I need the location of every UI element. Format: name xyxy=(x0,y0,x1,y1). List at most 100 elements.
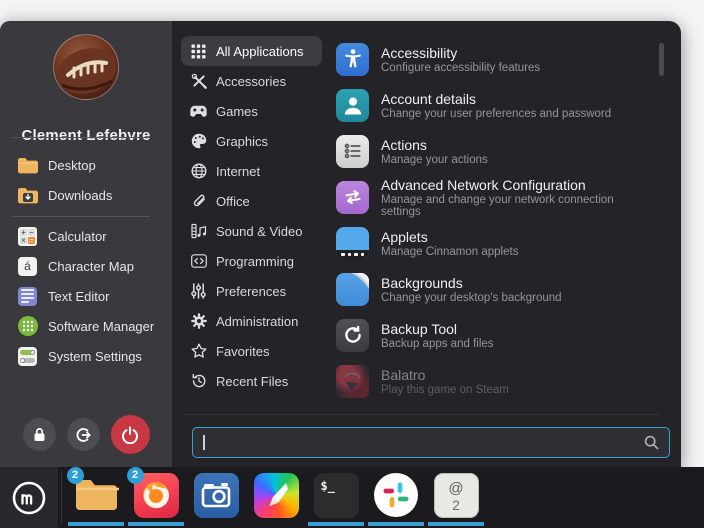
sidebar-item-label: Downloads xyxy=(48,188,112,203)
category-label: Graphics xyxy=(216,134,268,149)
sidebar-item-text-editor[interactable]: Text Editor xyxy=(0,281,172,311)
app-row-backup-tool[interactable]: Backup ToolBackup apps and files xyxy=(336,312,652,358)
app-row-accessibility[interactable]: AccessibilityConfigure accessibility fea… xyxy=(336,36,652,82)
software-manager-icon xyxy=(17,316,38,337)
places-list: Desktop Downloads xyxy=(0,150,172,210)
account-icon xyxy=(336,89,369,122)
sidebar-item-character-map[interactable]: á Character Map xyxy=(0,251,172,281)
history-icon xyxy=(190,373,207,390)
app-row-balatro[interactable]: BalatroPlay this game on Steam xyxy=(336,358,652,404)
network-icon xyxy=(336,181,369,214)
film-note-icon xyxy=(190,223,207,240)
code-icon xyxy=(190,253,207,270)
football-avatar-image xyxy=(54,35,119,100)
app-list-scrollbar[interactable] xyxy=(659,43,664,76)
power-button[interactable] xyxy=(111,415,150,454)
system-settings-icon xyxy=(17,346,38,367)
taskbar: 2 2 $_ xyxy=(0,467,704,528)
running-indicator xyxy=(368,522,424,526)
category-label: Sound & Video xyxy=(216,224,303,239)
app-name: Account details xyxy=(381,91,611,107)
category-office[interactable]: Office xyxy=(181,186,322,216)
sidebar-item-desktop[interactable]: Desktop xyxy=(0,150,172,180)
app-row-backgrounds[interactable]: BackgroundsChange your desktop's backgro… xyxy=(336,266,652,312)
applets-icon xyxy=(336,227,369,260)
taskbar-item-terminal[interactable]: $_ xyxy=(306,467,366,528)
search-bar[interactable] xyxy=(192,427,670,458)
app-row-account-details[interactable]: Account detailsChange your user preferen… xyxy=(336,82,652,128)
app-description: Play this game on Steam xyxy=(381,384,509,396)
category-label: Preferences xyxy=(216,284,286,299)
app-description: Change your user preferences and passwor… xyxy=(381,108,611,120)
search-input[interactable] xyxy=(205,435,645,450)
accessibility-icon xyxy=(336,43,369,76)
linux-mint-logo-icon xyxy=(11,480,47,516)
logout-button[interactable] xyxy=(67,418,100,451)
cinnamon-menu: Clement Lefebvre Desktop Downloads +−×= xyxy=(0,21,681,467)
running-indicator xyxy=(128,522,184,526)
taskbar-item-files[interactable]: 2 xyxy=(66,467,126,528)
taskbar-item-slack[interactable] xyxy=(366,467,426,528)
running-indicator xyxy=(428,522,484,526)
terminal-icon: $_ xyxy=(314,473,359,518)
terminal-prompt-text: $_ xyxy=(321,479,335,493)
folder-icon xyxy=(17,155,38,176)
sidebar-item-label: Software Manager xyxy=(48,319,154,334)
username: Clement Lefebvre xyxy=(0,127,172,144)
app-row-actions[interactable]: ActionsManage your actions xyxy=(336,128,652,174)
app-name: Accessibility xyxy=(381,45,540,61)
category-label: Accessories xyxy=(216,74,286,89)
sidebar-item-label: Desktop xyxy=(48,158,96,173)
taskbar-item-screenshot-tool[interactable] xyxy=(186,467,246,528)
app-name: Applets xyxy=(381,229,518,245)
sidebar-item-label: System Settings xyxy=(48,349,142,364)
app-row-advanced-network-configuration[interactable]: Advanced Network ConfigurationManage and… xyxy=(336,174,652,220)
category-graphics[interactable]: Graphics xyxy=(181,126,322,156)
sidebar-item-calculator[interactable]: +−×= Calculator xyxy=(0,221,172,251)
palette-icon xyxy=(190,133,207,150)
search-icon xyxy=(644,435,659,450)
app-row-applets[interactable]: AppletsManage Cinnamon applets xyxy=(336,220,652,266)
app-description: Manage Cinnamon applets xyxy=(381,246,518,258)
category-all-applications[interactable]: All Applications xyxy=(181,36,322,66)
category-label: All Applications xyxy=(216,44,303,59)
app-description: Change your desktop's background xyxy=(381,292,562,304)
sidebar-item-downloads[interactable]: Downloads xyxy=(0,180,172,210)
category-label: Recent Files xyxy=(216,374,288,389)
category-internet[interactable]: Internet xyxy=(181,156,322,186)
logout-icon xyxy=(75,427,91,443)
taskbar-divider xyxy=(61,471,62,524)
shortcuts-list: +−×= Calculator á Character Map Text Edi… xyxy=(0,221,172,371)
taskbar-item-firefox[interactable]: 2 xyxy=(126,467,186,528)
sidebar-item-system-settings[interactable]: System Settings xyxy=(0,341,172,371)
taskbar-item-paint-app[interactable] xyxy=(246,467,306,528)
category-sound-video[interactable]: Sound & Video xyxy=(181,216,322,246)
mint-menu-button[interactable] xyxy=(0,467,58,528)
application-list: AccessibilityConfigure accessibility fea… xyxy=(336,36,652,404)
sidebar-item-software-manager[interactable]: Software Manager xyxy=(0,311,172,341)
taskbar-items: 2 2 $_ xyxy=(66,467,486,528)
firefox-icon: 2 xyxy=(134,473,179,518)
category-label: Favorites xyxy=(216,344,269,359)
globe-icon xyxy=(190,163,207,180)
user-avatar[interactable] xyxy=(53,34,119,100)
category-accessories[interactable]: Accessories xyxy=(181,66,322,96)
taskbar-item-at-app[interactable]: @ 2 xyxy=(426,467,486,528)
calculator-icon: +−×= xyxy=(17,226,38,247)
sidebar-item-label: Text Editor xyxy=(48,289,109,304)
lock-button[interactable] xyxy=(23,418,56,451)
paperclip-icon xyxy=(190,193,207,210)
category-preferences[interactable]: Preferences xyxy=(181,276,322,306)
balatro-icon xyxy=(336,365,369,398)
category-recent-files[interactable]: Recent Files xyxy=(181,366,322,396)
star-icon xyxy=(190,343,207,360)
category-programming[interactable]: Programming xyxy=(181,246,322,276)
downloads-folder-icon xyxy=(17,185,38,206)
category-games[interactable]: Games xyxy=(181,96,322,126)
app-name: Advanced Network Configuration xyxy=(381,177,652,193)
category-administration[interactable]: Administration xyxy=(181,306,322,336)
category-label: Office xyxy=(216,194,250,209)
app-description: Backup apps and files xyxy=(381,338,494,350)
category-favorites[interactable]: Favorites xyxy=(181,336,322,366)
running-indicator xyxy=(308,522,364,526)
